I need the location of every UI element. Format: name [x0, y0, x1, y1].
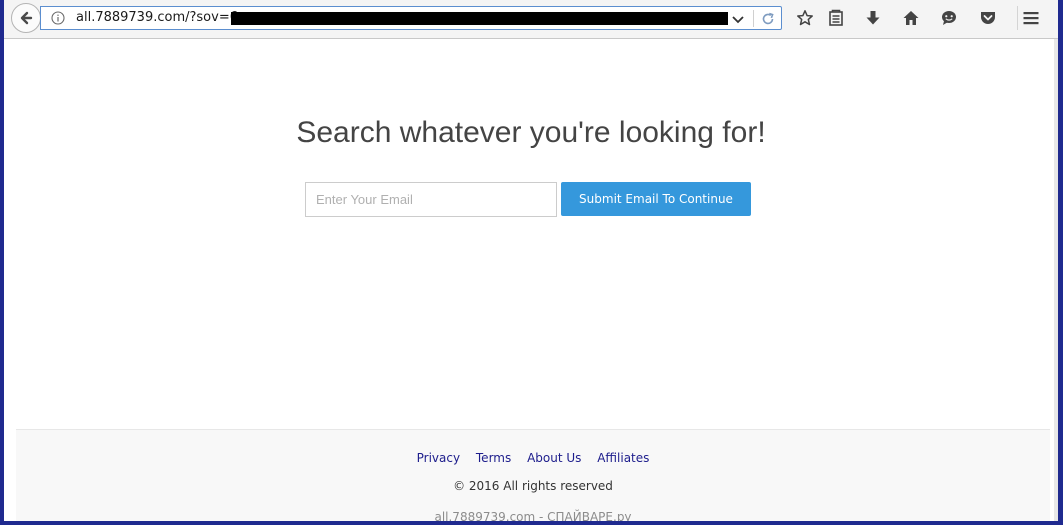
watermark-text: all.7889739.com - СПАЙВАРЕ.ру — [434, 510, 632, 521]
pocket-icon[interactable] — [979, 9, 997, 27]
back-button[interactable] — [11, 3, 41, 33]
reload-icon[interactable] — [760, 11, 776, 27]
copyright-text: © 2016 All rights reserved — [453, 479, 613, 493]
footer-link-affiliates[interactable]: Affiliates — [597, 451, 649, 465]
footer-link-privacy[interactable]: Privacy — [417, 451, 460, 465]
footer-links: Privacy Terms About Us Affiliates — [16, 451, 1050, 465]
page-headline: Search whatever you're looking for! — [296, 116, 766, 149]
home-icon[interactable] — [902, 9, 920, 27]
url-bar-divider — [753, 10, 754, 27]
chevron-down-icon[interactable] — [730, 11, 746, 27]
url-bar[interactable]: all.7889739.com/?sov=6 — [40, 6, 782, 30]
submit-email-button[interactable]: Submit Email To Continue — [561, 182, 751, 216]
hamburger-menu-icon[interactable] — [1022, 9, 1040, 27]
footer-link-terms[interactable]: Terms — [476, 451, 511, 465]
star-icon[interactable] — [796, 9, 814, 27]
page-content: Search whatever you're looking for! Subm… — [4, 39, 1058, 521]
url-text[interactable]: all.7889739.com/?sov=6 — [76, 10, 238, 25]
scrollbar-track[interactable] — [1054, 39, 1058, 521]
chat-icon[interactable] — [940, 9, 958, 27]
page-footer: Privacy Terms About Us Affiliates © 2016… — [16, 429, 1050, 521]
back-arrow-icon — [20, 11, 33, 25]
browser-toolbar: all.7889739.com/?sov=6 — [4, 0, 1058, 39]
download-icon[interactable] — [864, 9, 882, 27]
info-icon[interactable] — [51, 11, 65, 25]
toolbar-divider — [1017, 6, 1018, 30]
reading-list-icon[interactable] — [827, 9, 845, 27]
url-redaction — [231, 12, 728, 25]
browser-window: all.7889739.com/?sov=6 Search whatever y… — [4, 0, 1058, 521]
email-input[interactable] — [305, 182, 557, 217]
footer-link-about-us[interactable]: About Us — [527, 451, 581, 465]
